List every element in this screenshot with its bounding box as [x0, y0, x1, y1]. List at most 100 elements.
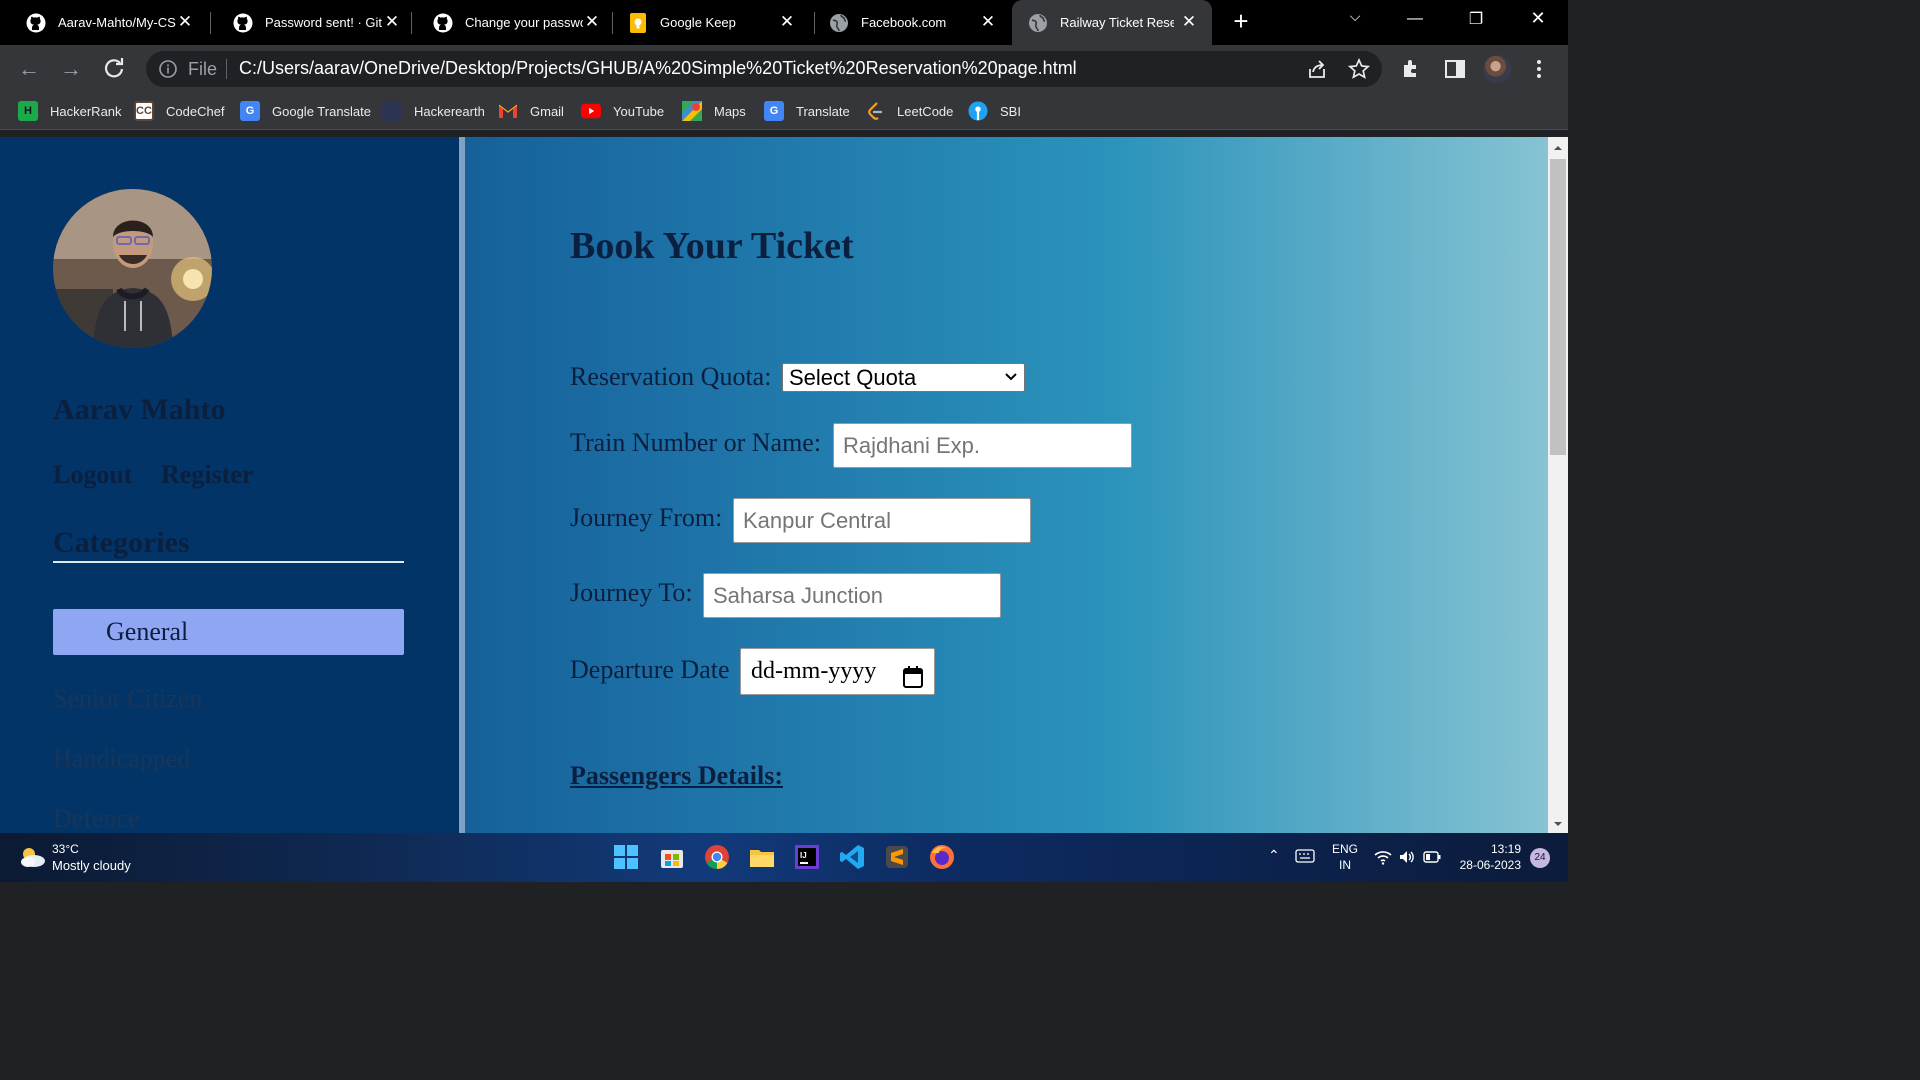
bookmark-label: Google Translate: [272, 103, 372, 119]
page-scrollbar[interactable]: [1548, 137, 1568, 833]
departure-date-input[interactable]: dd-mm-yyyy: [740, 648, 935, 695]
keyboard-icon[interactable]: [1295, 849, 1315, 866]
github-icon: [433, 13, 453, 33]
register-link[interactable]: Register: [161, 460, 253, 490]
category-general[interactable]: General: [53, 609, 404, 655]
journey-from-input[interactable]: Kanpur Central: [733, 498, 1031, 543]
microsoft-store-icon[interactable]: [658, 843, 686, 871]
clock[interactable]: 13:19 28-06-2023: [1457, 842, 1521, 872]
tab-github-change-password[interactable]: Change your password ✕: [407, 0, 615, 45]
date-placeholder: dd-mm-yyyy: [751, 658, 877, 684]
hackerearth-icon: [382, 101, 402, 121]
bookmark-hackerearth[interactable]: Hackerearth: [382, 101, 485, 121]
journey-to-input[interactable]: Saharsa Junction: [703, 573, 1001, 618]
wifi-icon[interactable]: [1374, 849, 1392, 868]
minimize-button[interactable]: —: [1403, 10, 1427, 28]
quota-selected-value: Select Quota: [789, 365, 917, 390]
start-windows-icon[interactable]: [612, 843, 640, 871]
scroll-up-icon[interactable]: [1552, 141, 1564, 153]
close-tab-icon[interactable]: ✕: [979, 13, 997, 31]
forward-button[interactable]: →: [59, 57, 83, 81]
category-handicapped[interactable]: Handicapped: [53, 744, 190, 774]
file-explorer-icon[interactable]: [748, 843, 776, 871]
passengers-heading: Passengers Details:: [570, 761, 784, 790]
page-content: Aarav Mahto Logout Register Categories G…: [0, 137, 1548, 833]
profile-avatar[interactable]: [1483, 55, 1511, 83]
github-icon: [233, 13, 253, 33]
bookmark-star-icon[interactable]: [1347, 57, 1371, 80]
volume-icon[interactable]: [1398, 849, 1416, 868]
address-bar[interactable]: File C:/Users/aarav/OneDrive/Desktop/Pro…: [146, 51, 1382, 87]
url-text[interactable]: C:/Users/aarav/OneDrive/Desktop/Projects…: [239, 58, 1077, 79]
sublime-text-icon[interactable]: [883, 843, 911, 871]
reload-icon: [104, 58, 124, 78]
sidebar: Aarav Mahto Logout Register Categories G…: [0, 137, 459, 833]
tab-search-icon[interactable]: ⌵: [1343, 8, 1367, 25]
tab-github-css[interactable]: Aarav-Mahto/My-CSS ✕: [0, 0, 208, 45]
scroll-thumb[interactable]: [1550, 159, 1566, 455]
chrome-icon[interactable]: [703, 843, 731, 871]
firefox-icon[interactable]: [928, 843, 956, 871]
side-panel-icon[interactable]: [1443, 57, 1467, 81]
bookmark-label: LeetCode: [897, 103, 954, 119]
bookmark-gmail[interactable]: Gmail: [498, 101, 564, 121]
extensions-icon[interactable]: [1400, 57, 1424, 81]
bookmarks-bar: H HackerRank CC CodeChef G Google Transl…: [0, 93, 1568, 130]
categories-heading: Categories: [53, 526, 190, 559]
close-window-button[interactable]: ✕: [1526, 8, 1550, 29]
share-icon[interactable]: [1306, 58, 1328, 80]
chevron-down-icon: [1004, 365, 1018, 389]
bookmark-maps[interactable]: Maps: [682, 101, 746, 121]
back-button[interactable]: ←: [17, 57, 41, 81]
bookmark-leetcode[interactable]: LeetCode: [865, 101, 953, 121]
logout-link[interactable]: Logout: [53, 460, 132, 490]
close-tab-icon[interactable]: ✕: [778, 13, 796, 31]
restore-button[interactable]: ❐: [1464, 9, 1488, 29]
bookmark-youtube[interactable]: YouTube: [581, 101, 664, 121]
close-tab-icon[interactable]: ✕: [583, 13, 601, 31]
tab-google-keep[interactable]: Google Keep ✕: [602, 0, 810, 45]
maps-icon: [682, 101, 702, 121]
intellij-icon[interactable]: IJ: [793, 843, 821, 871]
category-defence[interactable]: Defence: [53, 804, 140, 833]
close-tab-icon[interactable]: ✕: [383, 13, 401, 31]
battery-icon[interactable]: [1423, 850, 1441, 867]
bookmark-translate[interactable]: G Translate: [764, 101, 850, 121]
bookmark-label: SBI: [1000, 103, 1021, 119]
train-input[interactable]: Rajdhani Exp.: [833, 423, 1132, 468]
language-indicator[interactable]: ENG IN: [1332, 842, 1358, 872]
close-tab-icon[interactable]: ✕: [1180, 13, 1198, 31]
to-label: Journey To:: [570, 578, 693, 607]
vscode-icon[interactable]: [838, 843, 866, 871]
close-tab-icon[interactable]: ✕: [176, 13, 194, 31]
cloudy-weather-icon[interactable]: [18, 845, 46, 869]
tab-github-password-sent[interactable]: Password sent! · GitHub ✕: [207, 0, 415, 45]
bookmark-hackerrank[interactable]: H HackerRank: [18, 101, 122, 121]
reload-button[interactable]: [102, 57, 126, 81]
codechef-icon: CC: [134, 101, 154, 121]
weather-description: Mostly cloudy: [52, 858, 131, 873]
scroll-down-icon[interactable]: [1552, 817, 1564, 829]
show-hidden-icons-icon[interactable]: ⌃: [1268, 847, 1280, 864]
date-label: Departure Date: [570, 655, 730, 684]
new-tab-button[interactable]: +: [1228, 8, 1254, 34]
quota-select[interactable]: Select Quota: [782, 363, 1025, 392]
bookmark-google-translate[interactable]: G Google Translate: [240, 101, 371, 121]
globe-icon: [1028, 13, 1048, 33]
scheme-label: File: [188, 59, 218, 79]
clock-time: 13:19: [1490, 842, 1521, 856]
category-senior-citizen[interactable]: Senior Citizen: [53, 684, 202, 714]
menu-icon[interactable]: [1527, 57, 1551, 81]
bookmark-sbi[interactable]: SBI: [968, 101, 1021, 121]
bookmark-label: Gmail: [530, 103, 564, 119]
svg-text:IJ: IJ: [800, 851, 807, 860]
bookmark-label: Maps: [714, 103, 746, 119]
bookmark-codechef[interactable]: CC CodeChef: [134, 101, 225, 121]
tab-railway-reservation[interactable]: Railway Ticket Reservation ✕: [1012, 0, 1212, 45]
calendar-icon[interactable]: [902, 660, 924, 688]
notification-badge[interactable]: 24: [1530, 848, 1550, 868]
globe-icon: [829, 13, 849, 33]
tab-facebook[interactable]: Facebook.com ✕: [803, 0, 1011, 45]
info-icon[interactable]: [158, 59, 178, 79]
sidebar-divider: [459, 137, 465, 833]
